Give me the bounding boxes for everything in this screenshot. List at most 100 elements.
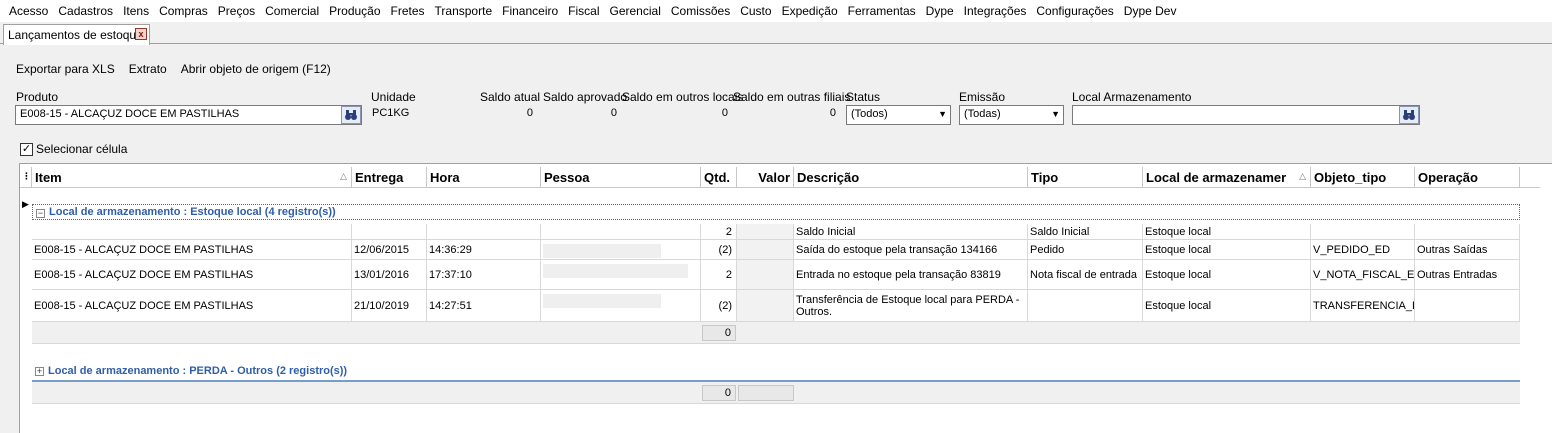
data-grid[interactable]: ⋮ Item △ Entrega Hora Pessoa Qtd. Valor D… [19, 163, 1552, 433]
cell-entrega[interactable]: 13/01/2016 [352, 260, 427, 289]
cell-operacao[interactable]: Outras Saídas [1415, 240, 1520, 259]
cell-valor[interactable] [737, 260, 794, 289]
menu-item-produ-o[interactable]: Produção [324, 4, 385, 18]
cell-hora[interactable]: 14:36:29 [427, 240, 541, 259]
collapse-icon[interactable]: − [36, 209, 45, 218]
cell-tipo[interactable]: Pedido [1028, 240, 1143, 259]
emissao-select[interactable]: (Todas) ▼ [959, 105, 1064, 125]
group-sum-qtd: 0 [702, 325, 736, 341]
menu-item-fiscal[interactable]: Fiscal [563, 4, 604, 18]
binoculars-icon[interactable] [341, 106, 361, 124]
column-chooser-icon[interactable]: ⋮ [20, 167, 32, 188]
cell-item[interactable]: E008-15 - ALCAÇUZ DOCE EM PASTILHAS [32, 260, 352, 289]
column-header-descricao[interactable]: Descrição [794, 167, 1028, 188]
cell-operacao[interactable] [1415, 224, 1520, 239]
cell-local[interactable]: Estoque local [1143, 290, 1311, 321]
cell-local[interactable]: Estoque local [1143, 260, 1311, 289]
cell-local[interactable]: Estoque local [1143, 240, 1311, 259]
cell-tipo[interactable] [1028, 290, 1143, 321]
cell-valor[interactable] [737, 224, 794, 239]
cell-hora[interactable]: 14:27:51 [427, 290, 541, 321]
cell-objeto[interactable]: V_PEDIDO_ED [1311, 240, 1415, 259]
cell-objeto[interactable] [1311, 224, 1415, 239]
menu-item-comiss-es[interactable]: Comissões [666, 4, 735, 18]
column-header-qtd[interactable]: Qtd. [701, 167, 737, 188]
cell-descricao[interactable]: Saída do estoque pela transação 134166 [794, 240, 1028, 259]
column-header-entrega[interactable]: Entrega [352, 167, 427, 188]
expand-icon[interactable]: + [35, 367, 44, 376]
produto-field[interactable]: E008-15 - ALCAÇUZ DOCE EM PASTILHAS [15, 105, 362, 125]
column-header-local[interactable]: Local de armazenamer △ [1143, 167, 1311, 188]
table-row[interactable]: E008-15 - ALCAÇUZ DOCE EM PASTILHAS 12/06… [32, 240, 1520, 260]
table-row[interactable]: E008-15 - ALCAÇUZ DOCE EM PASTILHAS 13/01… [32, 260, 1520, 290]
cell-tipo[interactable]: Nota fiscal de entrada [1028, 260, 1143, 289]
menu-item-configura-es[interactable]: Configurações [1031, 4, 1118, 18]
menu-item-itens[interactable]: Itens [118, 4, 154, 18]
menu-item-financeiro[interactable]: Financeiro [497, 4, 563, 18]
menu-item-acesso[interactable]: Acesso [4, 4, 53, 18]
status-select[interactable]: (Todos) ▼ [846, 105, 951, 125]
extrato-button[interactable]: Extrato [129, 62, 167, 76]
cell-qtd[interactable]: 2 [701, 260, 737, 289]
cell-local[interactable]: Estoque local [1143, 224, 1311, 239]
cell-pessoa[interactable] [541, 224, 701, 239]
menu-item-expedi-o[interactable]: Expedição [777, 4, 843, 18]
cell-item[interactable]: E008-15 - ALCAÇUZ DOCE EM PASTILHAS [32, 240, 352, 259]
local-armazenamento-field[interactable] [1072, 105, 1420, 125]
group-row-perda-outros[interactable]: + Local de armazenamento : PERDA - Outro… [32, 362, 1520, 382]
menu-item-dype[interactable]: Dype [921, 4, 959, 18]
cell-hora[interactable]: 17:37:10 [427, 260, 541, 289]
cell-entrega[interactable]: 12/06/2015 [352, 240, 427, 259]
emissao-value: (Todas) [964, 108, 1001, 120]
cell-pessoa[interactable] [541, 290, 701, 321]
cell-hora[interactable] [427, 224, 541, 239]
menu-item-custo[interactable]: Custo [735, 4, 776, 18]
selecionar-celula-checkbox[interactable]: ✓ Selecionar célula [20, 142, 127, 156]
cell-qtd[interactable]: (2) [701, 290, 737, 321]
close-icon[interactable]: x [135, 28, 147, 40]
cell-item[interactable]: E008-15 - ALCAÇUZ DOCE EM PASTILHAS [32, 290, 352, 321]
table-row[interactable]: 2 Saldo Inicial Saldo Inicial Estoque local [32, 224, 1520, 240]
checkbox-checked-icon[interactable]: ✓ [20, 142, 33, 156]
menu-item-dype-dev[interactable]: Dype Dev [1119, 4, 1182, 18]
menu-item-gerencial[interactable]: Gerencial [605, 4, 666, 18]
group-row-estoque-local[interactable]: − Local de armazenamento : Estoque local… [32, 204, 1520, 220]
column-header-objeto-tipo[interactable]: Objeto_tipo [1311, 167, 1415, 188]
menu-item-integra-es[interactable]: Integrações [959, 4, 1032, 18]
export-xls-button[interactable]: Exportar para XLS [16, 62, 115, 76]
menu-item-cadastros[interactable]: Cadastros [53, 4, 118, 18]
cell-item[interactable] [32, 224, 352, 239]
menu-item-comercial[interactable]: Comercial [260, 4, 324, 18]
cell-pessoa[interactable] [541, 260, 701, 289]
column-header-operacao[interactable]: Operação [1415, 167, 1520, 188]
column-header-item[interactable]: Item △ [32, 167, 352, 188]
cell-qtd[interactable]: (2) [701, 240, 737, 259]
table-row[interactable]: E008-15 - ALCAÇUZ DOCE EM PASTILHAS 21/10… [32, 290, 1520, 322]
menu-item-ferramentas[interactable]: Ferramentas [843, 4, 921, 18]
menu-item-pre-os[interactable]: Preços [213, 4, 260, 18]
menu-item-transporte[interactable]: Transporte [430, 4, 498, 18]
column-header-valor[interactable]: Valor [737, 167, 794, 188]
cell-entrega[interactable] [352, 224, 427, 239]
cell-valor[interactable] [737, 290, 794, 321]
cell-qtd[interactable]: 2 [701, 224, 737, 239]
column-header-pessoa[interactable]: Pessoa [541, 167, 701, 188]
cell-operacao[interactable]: Outras Entradas [1415, 260, 1520, 289]
cell-objeto[interactable]: V_NOTA_FISCAL_ENTRADA_ED [1311, 260, 1415, 289]
cell-descricao[interactable]: Transferência de Estoque local para PERD… [794, 290, 1028, 321]
abrir-objeto-origem-button[interactable]: Abrir objeto de origem (F12) [181, 62, 331, 76]
cell-operacao[interactable] [1415, 290, 1520, 321]
column-header-tipo[interactable]: Tipo [1028, 167, 1143, 188]
menu-item-compras[interactable]: Compras [154, 4, 213, 18]
menu-item-fretes[interactable]: Fretes [386, 4, 430, 18]
cell-valor[interactable] [737, 240, 794, 259]
cell-objeto[interactable]: TRANSFERENCIA_ESTOQUE [1311, 290, 1415, 321]
cell-pessoa[interactable] [541, 240, 701, 259]
binoculars-icon[interactable] [1399, 106, 1419, 124]
cell-descricao[interactable]: Entrada no estoque pela transação 83819 [794, 260, 1028, 289]
cell-tipo[interactable]: Saldo Inicial [1028, 224, 1143, 239]
tab-lancamentos-estoque[interactable]: Lançamentos de estoque x [3, 24, 150, 45]
column-header-hora[interactable]: Hora [427, 167, 541, 188]
cell-entrega[interactable]: 21/10/2019 [352, 290, 427, 321]
cell-descricao[interactable]: Saldo Inicial [794, 224, 1028, 239]
